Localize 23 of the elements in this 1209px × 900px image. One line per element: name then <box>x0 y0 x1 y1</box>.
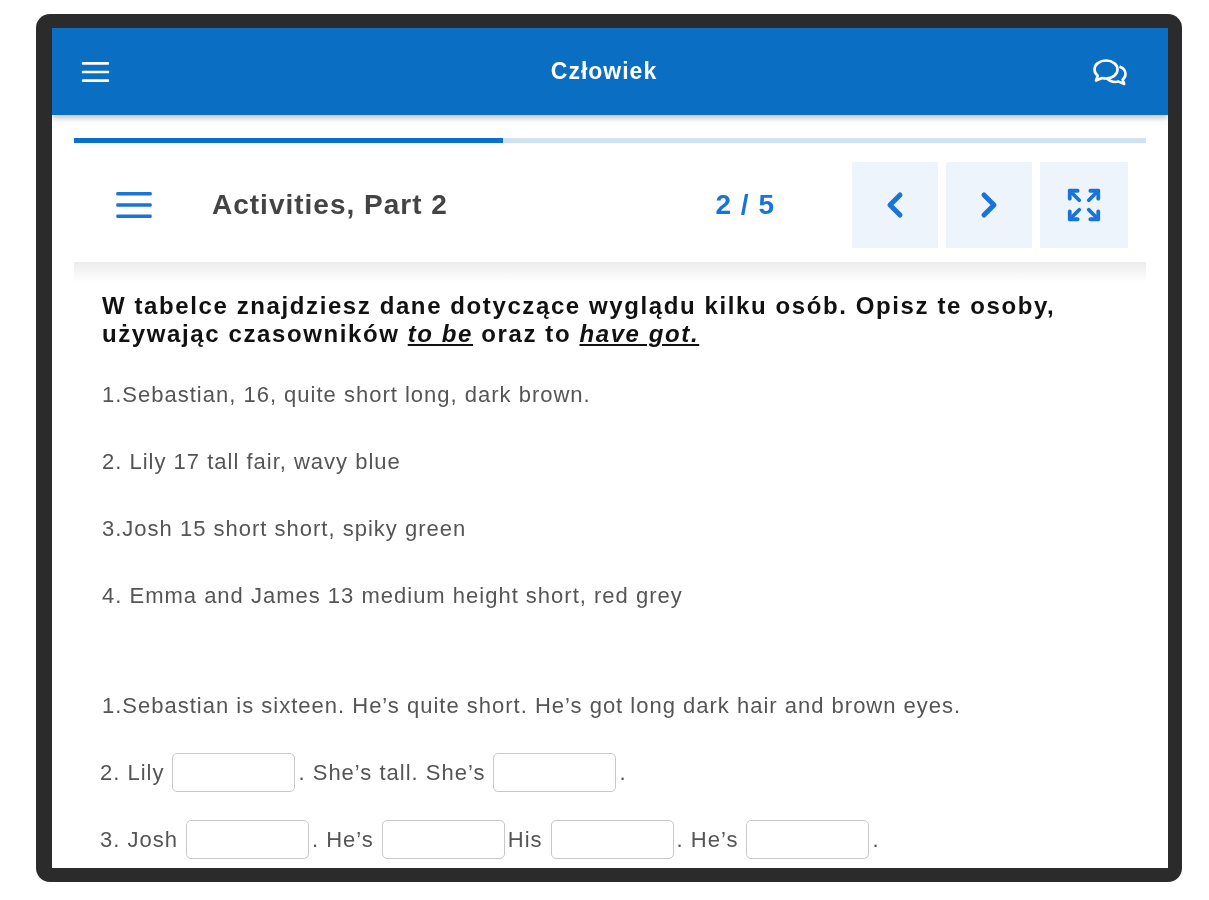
menu-icon[interactable] <box>81 61 110 82</box>
data-line: 2. Lily 17 tall fair, wavy blue <box>102 448 401 476</box>
data-line: 3.Josh 15 short short, spiky green <box>102 515 467 543</box>
sentence-text: 3. Josh <box>100 825 178 854</box>
instruction-text: W tabelce znajdziesz dane dotyczące wyglądu kilku osób. Opisz te osoby, używając czasowników to be oraz to have got. <box>102 292 1057 348</box>
data-line: 4. Emma and James 13 medium height short, red grey <box>102 582 683 610</box>
chat-icon[interactable] <box>1092 57 1128 86</box>
sentence-text: . She’s tall. She’s <box>298 758 486 787</box>
fullscreen-button[interactable] <box>1040 162 1128 248</box>
example-sentence: 1.Sebastian is sixteen. He’s quite short. He’s got long dark hair and brown eyes. <box>102 692 962 720</box>
sentence-text: . He’s <box>676 825 739 854</box>
data-line: 1.Sebastian, 16, quite short long, dark brown. <box>102 381 591 409</box>
header-title: Człowiek <box>550 57 658 87</box>
sentence-text: 2. Lily <box>100 758 165 787</box>
sentence-text: His <box>507 825 543 854</box>
next-button[interactable] <box>946 162 1032 248</box>
sentence-text: . <box>619 758 627 787</box>
page-counter: 2 / 5 <box>715 188 775 222</box>
expand-icon <box>1065 186 1103 224</box>
previous-button[interactable] <box>852 162 938 248</box>
sentence-text: . <box>872 825 880 854</box>
activity-title: Activities, Part 2 <box>212 188 448 222</box>
sentence-text: . He’s <box>311 825 374 854</box>
